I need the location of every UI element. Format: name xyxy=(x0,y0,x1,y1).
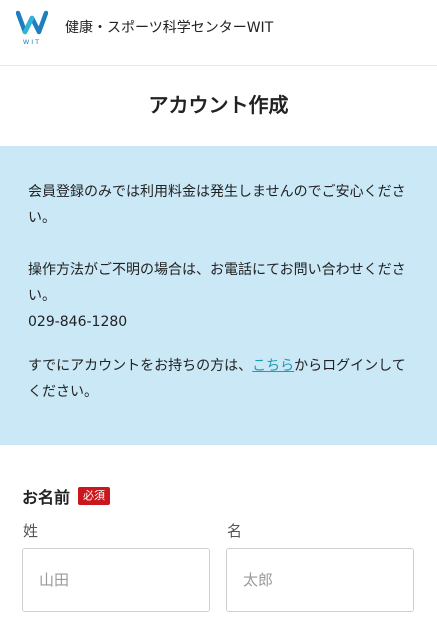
notice-free-registration: 会員登録のみでは利用料金は発生しませんのでご安心ください。 xyxy=(28,184,406,226)
page-title: アカウント作成 xyxy=(148,93,289,117)
name-field-group: お名前 必須 姓 名 xyxy=(22,484,415,612)
info-notice: 会員登録のみでは利用料金は発生しませんのでご安心ください。 操作方法がご不明の場… xyxy=(0,146,437,445)
login-link[interactable]: こちら xyxy=(252,358,294,374)
wit-logo-icon[interactable]: WIT xyxy=(16,10,48,46)
name-label: お名前 xyxy=(22,488,71,507)
first-name-column: 名 xyxy=(226,520,414,612)
logo-text: WIT xyxy=(23,38,41,46)
first-name-label: 名 xyxy=(227,522,243,540)
last-name-column: 姓 xyxy=(22,520,210,612)
site-header: WIT 健康・スポーツ科学センターWIT xyxy=(0,0,437,66)
login-prefix: すでにアカウントをお持ちの方は、 xyxy=(28,358,253,374)
required-badge: 必須 xyxy=(78,487,111,505)
notice-contact: 操作方法がご不明の場合は、お電話にてお問い合わせください。 xyxy=(28,262,406,304)
site-name[interactable]: 健康・スポーツ科学センターWIT xyxy=(65,19,273,37)
title-bar: アカウント作成 xyxy=(0,66,437,146)
first-name-input[interactable] xyxy=(226,548,414,612)
notice-login: すでにアカウントをお持ちの方は、こちらからログインしてください。 xyxy=(28,353,415,405)
notice-phone: 029-846-1280 xyxy=(28,314,128,330)
last-name-input[interactable] xyxy=(22,548,210,612)
name-label-row: お名前 必須 xyxy=(22,484,415,508)
last-name-label: 姓 xyxy=(23,522,39,540)
